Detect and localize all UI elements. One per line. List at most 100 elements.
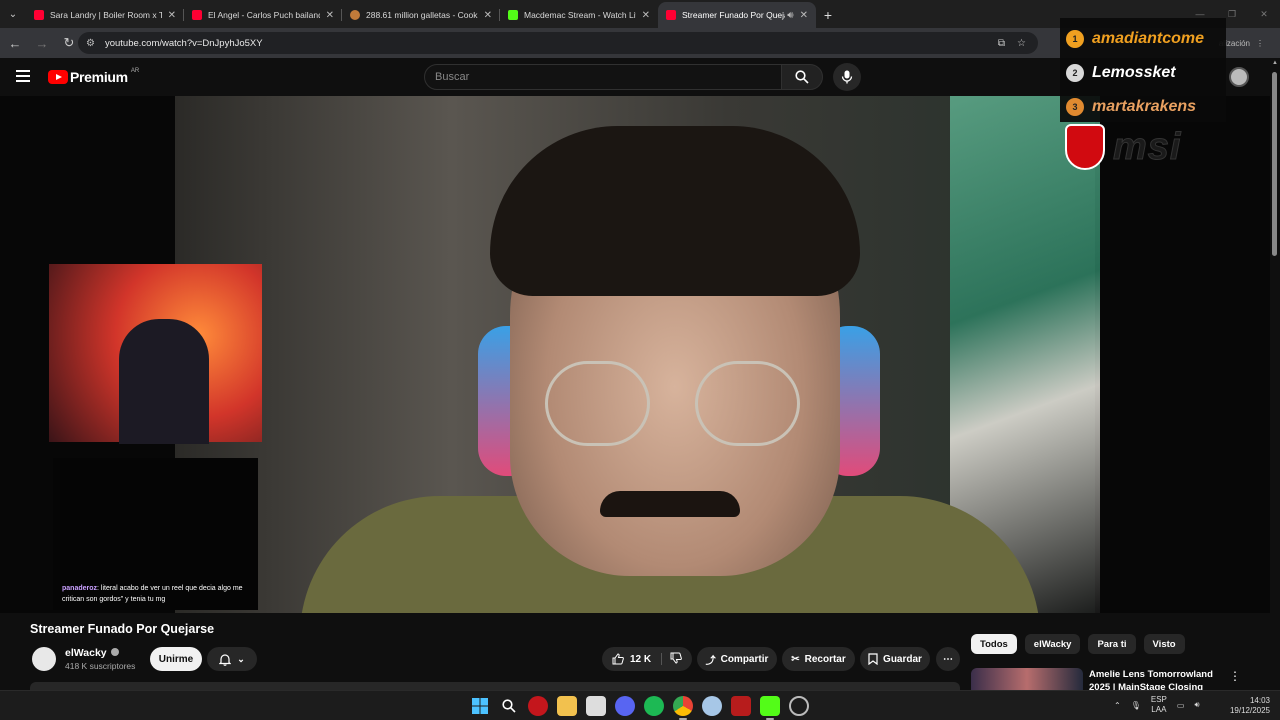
browser-tab[interactable]: Macdemac Stream - Watch Live ✕ <box>500 2 658 28</box>
close-tab-icon[interactable]: ✕ <box>484 10 492 21</box>
clip-button[interactable]: ✂ Recortar <box>782 647 855 671</box>
search-input[interactable] <box>435 71 781 83</box>
search-button[interactable] <box>781 64 823 90</box>
notifications-button[interactable]: ⌄ <box>207 647 257 671</box>
browser-tab[interactable]: 288.61 million galletas - Cookie ✕ <box>342 2 500 28</box>
save-button[interactable]: Guardar <box>860 647 930 671</box>
account-avatar[interactable] <box>1229 67 1249 87</box>
channel-name-row[interactable]: elWacky <box>65 647 119 659</box>
kebab-menu-icon[interactable]: ⋮ <box>1256 39 1264 48</box>
subscriber-count: 418 K suscriptores <box>65 661 136 671</box>
tab-title: Sara Landry | Boiler Room x Tele <box>50 10 162 20</box>
youtube-favicon-icon <box>192 10 202 20</box>
sponsor-name: msi <box>1112 125 1182 168</box>
close-window-icon[interactable]: ✕ <box>1248 0 1280 28</box>
scroll-up-icon[interactable]: ▲ <box>1272 60 1278 66</box>
channel-name[interactable]: elWacky <box>65 647 107 659</box>
back-icon[interactable]: ← <box>3 31 27 55</box>
video-title: Streamer Funado Por Quejarse <box>30 622 215 636</box>
leaderboard-overlay: 1 amadiantcome 2 Lemossket 3 martakraken… <box>1060 18 1226 122</box>
leaderboard-entry: 1 amadiantcome <box>1066 22 1220 56</box>
channel-avatar[interactable] <box>32 647 56 671</box>
recommended-title[interactable]: Amelie Lens Tomorrowland 2025 | MainStag… <box>1089 668 1219 690</box>
dislike-button[interactable] <box>662 652 682 667</box>
tab-title: 288.61 million galletas - Cookie <box>366 10 478 20</box>
voice-search-button[interactable] <box>833 63 861 91</box>
url-text[interactable]: youtube.com/watch?v=DnJpyhJo5XY <box>105 38 263 49</box>
chip-todos[interactable]: Todos <box>971 634 1017 654</box>
share-button[interactable]: ⤴ Compartir <box>697 647 777 671</box>
scissors-icon: ✂ <box>791 653 800 665</box>
settings-app-icon[interactable] <box>789 696 809 716</box>
search-icon[interactable] <box>499 696 519 716</box>
site-info-icon[interactable]: ⚙︎ <box>86 38 95 49</box>
share-label: Compartir <box>720 653 769 665</box>
scrollbar-thumb[interactable] <box>1272 72 1277 256</box>
recommended-thumbnail[interactable] <box>971 668 1083 690</box>
search-box <box>424 64 782 90</box>
recommended-menu-icon[interactable]: ⋮ <box>1229 669 1241 683</box>
app-icon[interactable] <box>702 696 722 716</box>
browser-tab[interactable]: El Angel - Carlos Puch bailando ✕ <box>184 2 342 28</box>
rank-badge-icon: 2 <box>1066 64 1084 82</box>
system-tray: ⌃ 🎙︎ ESP LAA ▭ 🔊︎ <box>1114 695 1199 715</box>
browser-tab-active[interactable]: Streamer Funado Por Queja 🔊︎ ✕ <box>658 2 816 28</box>
menu-icon[interactable] <box>16 70 30 82</box>
save-label: Guardar <box>883 653 922 665</box>
chrome-icon[interactable] <box>673 696 693 720</box>
store-icon[interactable] <box>586 696 606 716</box>
join-button[interactable]: Unirme <box>150 647 202 671</box>
chevron-down-icon: ⌄ <box>237 653 245 664</box>
leaderboard-name: Lemossket <box>1092 64 1176 81</box>
close-tab-icon[interactable]: ✕ <box>168 10 176 21</box>
input-language[interactable]: ESP LAA <box>1151 695 1167 715</box>
chip-para-ti[interactable]: Para ti <box>1088 634 1136 654</box>
search-icon <box>795 70 809 84</box>
like-count: 12 K <box>629 653 652 665</box>
country-code: AR <box>130 68 140 74</box>
browser-tab[interactable]: Sara Landry | Boiler Room x Tele ✕ <box>26 2 184 28</box>
thumbs-up-icon <box>612 653 624 665</box>
bookmark-star-icon[interactable]: ☆ <box>1017 38 1026 49</box>
speaker-icon[interactable]: 🔊︎ <box>787 10 793 21</box>
volume-icon[interactable]: 🔊︎ <box>1194 700 1199 710</box>
glasses <box>545 361 805 451</box>
tab-search-chevron-icon[interactable]: ⌄ <box>0 0 26 28</box>
chat-nick: panaderoz <box>62 585 98 592</box>
close-tab-icon[interactable]: ✕ <box>642 10 650 21</box>
close-tab-icon[interactable]: ✕ <box>326 10 334 21</box>
chip-visto[interactable]: Visto <box>1143 634 1185 654</box>
leaderboard-name: martakrakens <box>1092 98 1197 115</box>
spotify-icon[interactable] <box>644 696 664 716</box>
install-app-icon[interactable]: ⧉ <box>998 38 1005 49</box>
kick-icon[interactable] <box>760 696 780 720</box>
windows-taskbar: ⌃ 🎙︎ ESP LAA ▭ 🔊︎ 14:03 19/12/2025 <box>0 690 1280 720</box>
tab-title: Macdemac Stream - Watch Live <box>524 10 636 20</box>
verified-icon <box>110 648 119 656</box>
new-tab-button[interactable]: + <box>816 2 840 28</box>
youtube-premium-logo[interactable]: Premium AR <box>48 68 140 85</box>
file-explorer-icon[interactable] <box>557 696 577 716</box>
clock[interactable]: 14:03 19/12/2025 <box>1226 696 1270 716</box>
news-app-icon[interactable] <box>731 696 751 716</box>
forward-icon[interactable]: → <box>30 31 54 55</box>
chevron-up-icon[interactable]: ⌃ <box>1114 701 1121 710</box>
address-bar[interactable]: ⚙︎ youtube.com/watch?v=DnJpyhJo5XY ⧉ ☆ <box>78 32 1038 54</box>
network-icon[interactable]: ▭ <box>1177 701 1185 710</box>
page-scrollbar[interactable]: ▲ <box>1270 58 1280 688</box>
streamer-hair <box>490 126 860 296</box>
close-tab-icon[interactable]: ✕ <box>800 10 808 21</box>
video-player[interactable]: panaderoz: literal acabo de ver un reel … <box>0 96 1270 613</box>
chip-elwacky[interactable]: elWacky <box>1024 634 1081 654</box>
microphone-icon[interactable]: 🎙︎ <box>1131 701 1141 710</box>
youtube-favicon-icon <box>34 10 44 20</box>
tab-title: Streamer Funado Por Queja <box>682 10 786 20</box>
msi-center-icon[interactable] <box>528 696 548 716</box>
windows-start-icon[interactable] <box>470 696 490 716</box>
lang-bottom: LAA <box>1151 705 1167 714</box>
discord-icon[interactable] <box>615 696 635 716</box>
more-actions-button[interactable]: ⋯ <box>936 647 960 671</box>
like-button[interactable]: 12 K <box>612 653 663 665</box>
logo-word: Premium <box>70 69 128 85</box>
description-box[interactable] <box>30 682 960 690</box>
